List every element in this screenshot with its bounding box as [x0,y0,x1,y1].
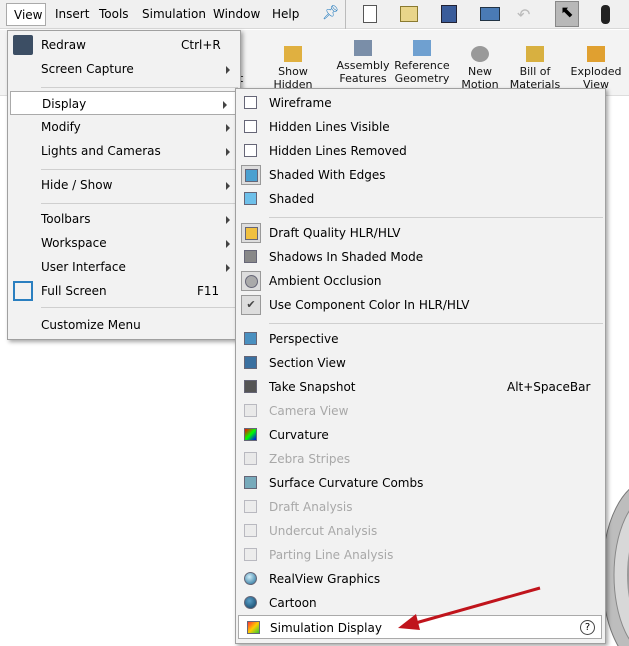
arrow-shaft [411,586,541,626]
annotation-arrow [398,586,541,630]
arrow-head [398,614,420,630]
